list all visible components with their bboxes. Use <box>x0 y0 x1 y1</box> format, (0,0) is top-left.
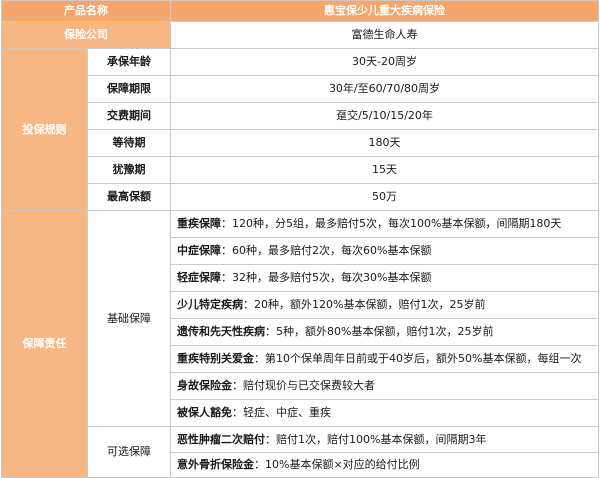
coverage-item-name: 意外骨折保险金 <box>177 458 254 471</box>
coverage-item: 少儿特定疾病：20种，额外120%基本保额，赔付1次，25岁前 <box>170 291 599 319</box>
coverage-item: 轻症保障：32种，最多赔付5次，每次30%基本保额 <box>170 264 599 292</box>
insurance-table: 产品名称 惠宝保少儿重大疾病保险 保险公司 富德生命人寿 投保规则 承保年龄 3… <box>1 0 599 478</box>
coverage-item-sep: ： <box>221 244 232 257</box>
rule-value: 30年/至60/70/80周岁 <box>170 75 599 103</box>
rule-label: 犹豫期 <box>87 156 171 184</box>
rule-value: 趸交/5/10/15/20年 <box>170 102 599 130</box>
rule-row: 犹豫期 15天 <box>2 156 599 184</box>
optional-coverage-label: 可选保障 <box>87 426 171 478</box>
coverage-row: 可选保障 恶性肿瘤二次赔付：赔付1次，赔付100%基本保额，间隔期3年 <box>2 426 599 478</box>
coverage-item: 中症保障：60种，最多赔付2次，每次60%基本保额 <box>170 237 599 265</box>
coverage-item: 遗传和先天性疾病：5种，额外80%基本保额，赔付1次，25岁前 <box>170 318 599 346</box>
coverage-item-sep: ： <box>221 217 232 230</box>
coverage-item: 恶性肿瘤二次赔付：赔付1次，赔付100%基本保额，间隔期3年 <box>170 426 599 453</box>
company-value: 富德生命人寿 <box>170 21 599 49</box>
rule-label: 最高保额 <box>87 183 171 211</box>
coverage-item-desc: 32种，最多赔付5次，每次30%基本保额 <box>232 271 432 284</box>
coverage-item: 重疾特别关爱金：第10个保单周年日前或于40岁后，额外50%基本保额，每组一次 <box>170 345 599 373</box>
coverage-row: 保障责任 基础保障 重疾保障：120种，分5组，最多赔付5次，每次100%基本保… <box>1 210 599 478</box>
rule-value: 180天 <box>170 129 599 157</box>
rule-row: 交费期间 趸交/5/10/15/20年 <box>2 102 599 130</box>
header-row: 产品名称 惠宝保少儿重大疾病保险 <box>1 0 599 22</box>
coverage-item-sep: ： <box>254 458 265 471</box>
rules-category: 投保规则 <box>1 48 88 211</box>
coverage-item-name: 少儿特定疾病 <box>177 298 243 311</box>
coverage-item-name: 轻症保障 <box>177 271 221 284</box>
rule-row: 保障期限 30年/至60/70/80周岁 <box>2 75 599 103</box>
rule-label: 等待期 <box>87 129 171 157</box>
coverage-category: 保障责任 <box>1 210 88 478</box>
coverage-item-sep: ： <box>232 406 243 419</box>
coverage-item-sep: ： <box>243 298 254 311</box>
coverage-item: 意外骨折保险金：10%基本保额×对应的给付比例 <box>170 452 599 478</box>
coverage-item-sep: ： <box>221 271 232 284</box>
rule-value: 50万 <box>170 183 599 211</box>
coverage-item-name: 中症保障 <box>177 244 221 257</box>
coverage-item-name: 重疾特别关爱金 <box>177 352 254 365</box>
rule-row: 最高保额 50万 <box>2 183 599 211</box>
coverage-item-name: 遗传和先天性疾病 <box>177 325 265 338</box>
coverage-item-desc: 60种，最多赔付2次，每次60%基本保额 <box>232 244 432 257</box>
coverage-item-desc: 赔付1次，赔付100%基本保额，间隔期3年 <box>276 432 487 446</box>
rule-value: 30天-20周岁 <box>170 48 599 76</box>
coverage-item-desc: 20种，额外120%基本保额，赔付1次，25岁前 <box>254 298 486 311</box>
coverage-item: 被保人豁免：轻症、中症、重疾 <box>170 399 599 427</box>
coverage-item-desc: 5种，额外80%基本保额，赔付1次，25岁前 <box>276 325 494 338</box>
rule-row: 等待期 180天 <box>2 129 599 157</box>
coverage-item-name: 身故保险金 <box>177 379 232 392</box>
coverage-item-desc: 第10个保单周年日前或于40岁后，额外50%基本保额，每组一次 <box>265 352 582 365</box>
coverage-item-sep: ： <box>254 352 265 365</box>
rule-row: 投保规则 承保年龄 30天-20周岁 <box>1 48 599 211</box>
coverage-item-desc: 10%基本保额×对应的给付比例 <box>265 458 420 471</box>
coverage-item: 身故保险金：赔付现价与已交保费较大者 <box>170 372 599 400</box>
coverage-item-name: 重疾保障 <box>177 217 221 230</box>
coverage-item-desc: 轻症、中症、重疾 <box>243 406 331 419</box>
coverage-item-sep: ： <box>265 432 276 446</box>
coverage-item-name: 恶性肿瘤二次赔付 <box>177 432 265 446</box>
rule-label: 保障期限 <box>87 75 171 103</box>
coverage-item-desc: 120种，分5组，最多赔付5次，每次100%基本保额，间隔期180天 <box>232 217 562 230</box>
rule-value: 15天 <box>170 156 599 184</box>
product-name-label: 产品名称 <box>1 0 171 22</box>
rule-label: 承保年龄 <box>87 48 171 76</box>
coverage-item-name: 被保人豁免 <box>177 406 232 419</box>
coverage-item: 重疾保障：120种，分5组，最多赔付5次，每次100%基本保额，间隔期180天 <box>170 210 599 238</box>
company-row: 保险公司 富德生命人寿 <box>1 21 599 49</box>
product-name-value: 惠宝保少儿重大疾病保险 <box>170 0 599 22</box>
coverage-item-sep: ： <box>232 379 243 392</box>
coverage-item-sep: ： <box>265 325 276 338</box>
basic-coverage-label: 基础保障 <box>87 210 171 427</box>
coverage-item-desc: 赔付现价与已交保费较大者 <box>243 379 375 392</box>
rule-label: 交费期间 <box>87 102 171 130</box>
company-label: 保险公司 <box>1 21 171 49</box>
